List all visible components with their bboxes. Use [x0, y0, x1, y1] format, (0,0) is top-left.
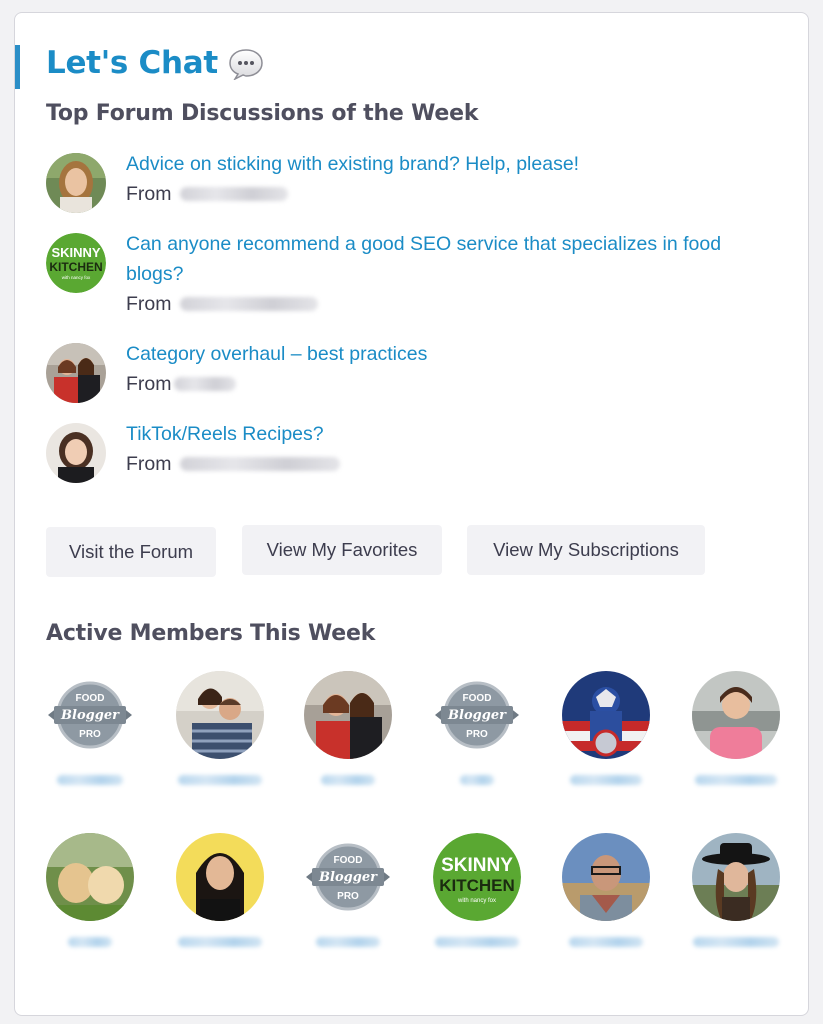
from-line: From: [126, 289, 766, 319]
member-item[interactable]: FOOD Blogger PRO: [427, 671, 527, 785]
avatar: [692, 671, 780, 759]
list-item: TikTok/Reels Recipes? From: [46, 419, 766, 483]
avatar[interactable]: [46, 423, 106, 483]
member-name[interactable]: [435, 937, 519, 947]
food-blogger-pro-badge-icon: FOOD Blogger PRO: [46, 671, 134, 759]
avatar: [46, 833, 134, 921]
member-item[interactable]: [686, 671, 786, 785]
discussion-link[interactable]: Can anyone recommend a good SEO service …: [126, 233, 721, 285]
member-name[interactable]: [68, 937, 112, 947]
discussion-link[interactable]: TikTok/Reels Recipes?: [126, 423, 324, 445]
from-line: From: [126, 449, 766, 479]
svg-text:PRO: PRO: [337, 891, 359, 902]
svg-text:Blogger: Blogger: [60, 708, 120, 723]
svg-text:KITCHEN: KITCHEN: [439, 876, 515, 895]
svg-text:SKINNY: SKINNY: [51, 245, 100, 260]
member-name[interactable]: [321, 775, 375, 785]
list-item: SKINNY KITCHEN with nancy fox Can anyone…: [46, 229, 766, 319]
member-item[interactable]: [298, 671, 398, 785]
svg-text:SKINNY: SKINNY: [441, 855, 513, 876]
svg-text:FOOD: FOOD: [76, 693, 105, 704]
food-blogger-pro-badge-icon: FOOD Blogger PRO: [304, 833, 392, 921]
avatar[interactable]: [46, 153, 106, 213]
avatar: [562, 833, 650, 921]
member-item[interactable]: FOOD Blogger PRO: [298, 833, 398, 947]
svg-text:PRO: PRO: [466, 729, 488, 740]
svg-text:Blogger: Blogger: [318, 870, 378, 885]
member-name[interactable]: [695, 775, 777, 785]
accent-bar: [15, 45, 20, 89]
list-item: Advice on sticking with existing brand? …: [46, 149, 766, 213]
avatar: [692, 833, 780, 921]
skinny-kitchen-logo-icon: SKINNY KITCHEN with nancy fox: [433, 833, 521, 921]
from-line: From: [126, 369, 766, 399]
speech-bubble-icon: [228, 48, 263, 81]
svg-text:Blogger: Blogger: [447, 708, 507, 723]
list-item: Category overhaul – best practices From: [46, 339, 766, 403]
member-name[interactable]: [460, 775, 494, 785]
member-name[interactable]: [570, 775, 642, 785]
member-name[interactable]: [57, 775, 123, 785]
food-blogger-pro-badge-icon: FOOD Blogger PRO: [433, 671, 521, 759]
discussion-link[interactable]: Category overhaul – best practices: [126, 343, 427, 365]
blurred-author[interactable]: [179, 187, 288, 201]
member-name[interactable]: [693, 937, 779, 947]
svg-text:with nancy fox: with nancy fox: [62, 275, 91, 280]
member-name[interactable]: [569, 937, 643, 947]
from-line: From: [126, 179, 766, 209]
lets-chat-widget: Let's Chat Top Forum Discussions of the …: [14, 12, 809, 1016]
member-item[interactable]: [170, 833, 270, 947]
member-item[interactable]: [556, 833, 656, 947]
svg-text:FOOD: FOOD: [463, 693, 492, 704]
visit-forum-button[interactable]: Visit the Forum: [46, 527, 216, 577]
blurred-author[interactable]: [179, 297, 318, 311]
avatar: [176, 833, 264, 921]
svg-text:PRO: PRO: [79, 729, 101, 740]
member-item[interactable]: FOOD Blogger PRO: [40, 671, 140, 785]
avatar[interactable]: SKINNY KITCHEN with nancy fox: [46, 233, 106, 293]
svg-text:KITCHEN: KITCHEN: [49, 260, 102, 274]
avatar[interactable]: [46, 343, 106, 403]
active-members-heading: Active Members This Week: [46, 621, 376, 646]
member-item[interactable]: [170, 671, 270, 785]
member-item[interactable]: [556, 671, 656, 785]
blurred-author[interactable]: [173, 377, 236, 391]
view-subscriptions-button[interactable]: View My Subscriptions: [467, 525, 705, 575]
member-name[interactable]: [316, 937, 380, 947]
svg-text:with nancy fox: with nancy fox: [457, 898, 496, 904]
widget-title-text: Let's Chat: [46, 45, 218, 81]
member-name[interactable]: [178, 937, 262, 947]
member-item[interactable]: [40, 833, 140, 947]
avatar: [304, 671, 392, 759]
widget-title: Let's Chat: [46, 45, 263, 81]
discussion-link[interactable]: Advice on sticking with existing brand? …: [126, 153, 579, 175]
view-favorites-button[interactable]: View My Favorites: [242, 525, 442, 575]
discussions-heading: Top Forum Discussions of the Week: [46, 101, 479, 126]
member-item[interactable]: SKINNY KITCHEN with nancy fox: [427, 833, 527, 947]
svg-text:FOOD: FOOD: [334, 855, 363, 866]
avatar: [176, 671, 264, 759]
member-name[interactable]: [178, 775, 262, 785]
avatar: [562, 671, 650, 759]
member-item[interactable]: [686, 833, 786, 947]
blurred-author[interactable]: [179, 457, 340, 471]
